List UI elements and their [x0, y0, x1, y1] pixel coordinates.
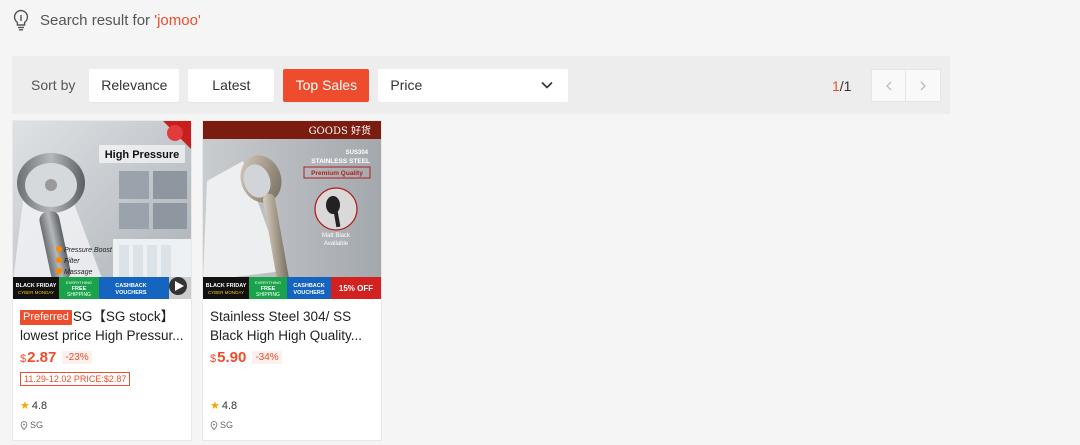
- discount-badge: -23%: [62, 351, 92, 364]
- product-location: SG: [20, 420, 43, 430]
- banner-vouchers: VOUCHERS: [293, 290, 325, 296]
- price-currency: $: [20, 353, 27, 365]
- product-title-line-2: lowest price High Pressur...: [20, 328, 184, 343]
- image-steel: STAINLESS STEEL: [311, 158, 370, 165]
- price-value: 5.90: [217, 349, 247, 366]
- product-title-line-1: SG【SG stock】: [72, 309, 175, 324]
- sort-label: Sort by: [31, 77, 76, 93]
- rating-value: 4.8: [221, 399, 238, 412]
- next-page-button[interactable]: [906, 69, 942, 102]
- product-title-line-2: Black High High Quality...: [210, 328, 363, 343]
- page-current: 1: [832, 77, 840, 94]
- image-feature-1: Pressure Boost: [64, 247, 113, 254]
- image-matt-1: Matt Black: [322, 233, 351, 239]
- page-indicator: 1/1: [832, 78, 851, 94]
- product-image[interactable]: GOODS 好货 SUS304 STAINLESS STEEL Premium …: [203, 121, 381, 299]
- banner-everything: EVERYTHING: [66, 280, 92, 285]
- banner-shipping: SHIPPING: [256, 292, 280, 298]
- sort-bar: Sort by Relevance Latest Top Sales Price…: [12, 56, 950, 114]
- sort-relevance-button[interactable]: Relevance: [89, 68, 180, 102]
- price-sort-select[interactable]: Price: [378, 68, 569, 102]
- product-image[interactable]: High Pressure Pressure Boost Filter Mass…: [13, 121, 191, 299]
- promo-tag: 11.29-12.02 PRICE:$2.87: [20, 372, 131, 386]
- banner-vouchers: VOUCHERS: [115, 290, 147, 296]
- search-result-header: Search result for 'jomoo': [12, 8, 201, 32]
- brand-text: GOODS 好货: [309, 124, 371, 137]
- product-title[interactable]: Preferred SG【SG stock】 lowest price High …: [20, 307, 184, 345]
- product-title-line-1: Stainless Steel 304/ SS: [210, 309, 352, 324]
- banner-black-friday: BLACK FRIDAY: [16, 283, 57, 289]
- lightbulb-icon: [13, 9, 29, 31]
- preferred-badge: Preferred: [20, 310, 72, 325]
- product-card[interactable]: High Pressure Pressure Boost Filter Mass…: [12, 120, 192, 441]
- price-select-label: Price: [390, 77, 423, 93]
- chevron-left-icon: [886, 81, 892, 90]
- banner-15-off: 15% OFF: [339, 284, 373, 293]
- image-matt-2: Available: [324, 241, 349, 247]
- banner-cashback: CASHBACK: [115, 283, 147, 289]
- product-price: $5.90: [210, 349, 246, 366]
- shower-head-image: High Pressure Pressure Boost Filter Mass…: [13, 121, 191, 299]
- search-keyword: 'jomoo': [154, 12, 201, 29]
- product-card[interactable]: GOODS 好货 SUS304 STAINLESS STEEL Premium …: [202, 120, 382, 441]
- search-result-text: Search result for 'jomoo': [40, 12, 201, 29]
- chevron-right-icon: [921, 81, 927, 90]
- banner-cyber-monday: CYBER MONDAY: [208, 290, 244, 295]
- search-result-prefix: Search result for: [40, 11, 155, 29]
- sort-top-sales-button[interactable]: Top Sales: [283, 68, 370, 102]
- rating-value: 4.8: [31, 399, 48, 412]
- image-feature-2: Filter: [64, 258, 80, 265]
- image-headline: High Pressure: [105, 149, 180, 161]
- prev-page-button[interactable]: [871, 69, 907, 102]
- star-icon: ★: [210, 400, 220, 412]
- page-total: /1: [839, 77, 852, 94]
- price-currency: $: [210, 353, 217, 365]
- shower-head-image: GOODS 好货 SUS304 STAINLESS STEEL Premium …: [203, 121, 381, 299]
- location-pin-icon: [20, 420, 28, 430]
- banner-black-friday: BLACK FRIDAY: [206, 283, 247, 289]
- location-pin-icon: [210, 420, 218, 430]
- location-text: SG: [30, 420, 44, 430]
- banner-everything: EVERYTHING: [255, 280, 281, 285]
- location-text: SG: [220, 420, 234, 430]
- discount-badge: -34%: [252, 351, 282, 364]
- product-price: $2.87: [20, 349, 56, 366]
- image-sus: SUS304: [346, 150, 369, 156]
- product-rating: ★ 4.8: [20, 399, 48, 413]
- chevron-down-icon: [541, 81, 553, 89]
- sort-latest-button[interactable]: Latest: [188, 68, 275, 102]
- banner-shipping: SHIPPING: [67, 292, 91, 298]
- product-title[interactable]: Stainless Steel 304/ SS Black High High …: [210, 307, 374, 345]
- keyword-close-quote: ': [197, 11, 201, 29]
- star-icon: ★: [20, 400, 30, 412]
- price-value: 2.87: [27, 349, 57, 366]
- banner-cashback: CASHBACK: [293, 283, 325, 289]
- image-feature-3: Massage: [64, 269, 93, 276]
- product-location: SG: [210, 420, 233, 430]
- mini-pagination: 1/1: [832, 69, 942, 102]
- product-rating: ★ 4.8: [210, 399, 238, 413]
- keyword-value: jomoo: [157, 11, 198, 29]
- image-quality: Premium Quality: [311, 170, 363, 177]
- banner-cyber-monday: CYBER MONDAY: [18, 290, 54, 295]
